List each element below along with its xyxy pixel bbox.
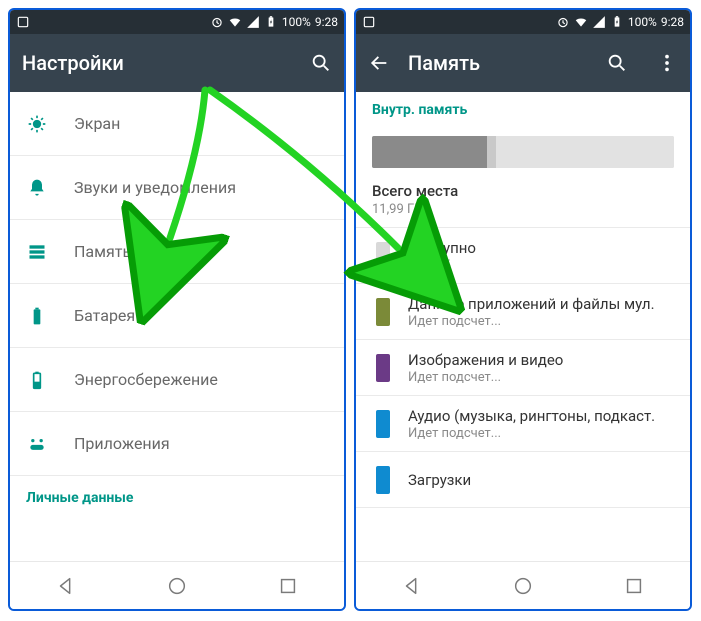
storage-item-title: Загрузки <box>408 471 471 489</box>
storage-bar-row <box>356 126 690 182</box>
settings-item-display[interactable]: Экран <box>10 92 344 156</box>
storage-bar-segment <box>372 136 487 168</box>
nav-home-icon[interactable] <box>166 575 188 597</box>
storage-bar <box>372 136 674 168</box>
settings-item-storage[interactable]: Память <box>10 220 344 284</box>
color-swatch <box>376 354 390 382</box>
storage-item-sub: Идет подсчет... <box>408 426 655 441</box>
settings-item-sound[interactable]: Звуки и уведомления <box>10 156 344 220</box>
status-bar: 100% 9:28 <box>10 10 344 34</box>
battery-icon <box>610 15 624 29</box>
status-bar: 100% 9:28 <box>356 10 690 34</box>
clock-text: 9:28 <box>315 15 338 29</box>
settings-list: Экран Звуки и уведомления Память Батарея… <box>10 92 344 561</box>
nav-bar <box>356 561 690 609</box>
storage-item-title: Аудио (музыка, рингтоны, подкаст. <box>408 407 655 425</box>
storage-item-title: Доступно <box>408 239 476 257</box>
settings-item-label: Звуки и уведомления <box>74 178 236 197</box>
clock-text: 9:28 <box>661 15 684 29</box>
search-icon[interactable] <box>310 52 332 74</box>
power-icon <box>26 370 48 390</box>
storage-item[interactable]: Загрузки <box>356 452 690 508</box>
nav-recent-icon[interactable] <box>277 575 299 597</box>
overflow-icon[interactable] <box>656 52 678 74</box>
nav-recent-icon[interactable] <box>623 575 645 597</box>
nav-home-icon[interactable] <box>512 575 534 597</box>
page-title: Настройки <box>22 51 292 75</box>
back-arrow-icon[interactable] <box>368 52 390 74</box>
bell-icon <box>26 178 48 198</box>
phone-settings: 100% 9:28 Настройки Экран Звуки и уведом… <box>8 8 346 611</box>
signal-icon <box>246 15 260 29</box>
app-bar: Память <box>356 34 690 92</box>
storage-item-sub: Идет подсчет... <box>408 370 563 385</box>
alarm-icon <box>556 15 570 29</box>
nav-back-icon[interactable] <box>55 575 77 597</box>
display-icon <box>26 114 48 134</box>
wifi-icon <box>574 15 588 29</box>
color-swatch <box>376 410 390 438</box>
storage-item[interactable]: Изображения и видеоИдет подсчет... <box>356 340 690 396</box>
search-icon[interactable] <box>606 52 628 74</box>
nav-bar <box>10 561 344 609</box>
battery-item-icon <box>26 306 48 326</box>
settings-item-label: Приложения <box>74 434 170 453</box>
settings-item-power[interactable]: Энергосбережение <box>10 348 344 412</box>
color-swatch <box>376 466 390 494</box>
settings-item-apps[interactable]: Приложения <box>10 412 344 476</box>
storage-item[interactable]: Аудио (музыка, рингтоны, подкаст.Идет по… <box>356 396 690 452</box>
storage-content: Внутр. память Всего места 11,99 ГБ Досту… <box>356 92 690 561</box>
section-internal: Внутр. память <box>356 92 690 126</box>
storage-item[interactable]: Данные приложений и файлы мул.Идет подсч… <box>356 284 690 340</box>
app-bar: Настройки <box>10 34 344 92</box>
settings-item-label: Экран <box>74 114 120 133</box>
battery-icon <box>264 15 278 29</box>
screenshot-icon <box>16 15 30 29</box>
page-title: Память <box>408 51 588 75</box>
settings-item-battery[interactable]: Батарея <box>10 284 344 348</box>
apps-icon <box>26 434 48 454</box>
wifi-icon <box>228 15 242 29</box>
storage-item[interactable]: Доступно6,63 ГБ <box>356 228 690 284</box>
signal-icon <box>592 15 606 29</box>
storage-item-sub: 6,63 ГБ <box>408 258 476 273</box>
screenshot-icon <box>362 15 376 29</box>
storage-item-sub: Идет подсчет... <box>408 314 655 329</box>
battery-pct: 100% <box>628 15 657 29</box>
storage-bar-segment <box>487 136 496 168</box>
settings-item-label: Память <box>74 242 131 261</box>
color-swatch <box>376 298 390 326</box>
total-label: Всего места <box>372 182 674 200</box>
storage-item-title: Данные приложений и файлы мул. <box>408 295 655 313</box>
phone-storage: 100% 9:28 Память Внутр. память Всего мес… <box>354 8 692 611</box>
storage-item-title: Изображения и видео <box>408 351 563 369</box>
storage-bar-segment <box>496 136 674 168</box>
settings-item-label: Энергосбережение <box>74 370 218 389</box>
alarm-icon <box>210 15 224 29</box>
color-swatch <box>376 242 390 270</box>
storage-icon <box>26 242 48 262</box>
section-personal: Личные данные <box>10 476 344 514</box>
storage-total: Всего места 11,99 ГБ <box>356 182 690 228</box>
battery-pct: 100% <box>282 15 311 29</box>
total-value: 11,99 ГБ <box>372 202 674 217</box>
nav-back-icon[interactable] <box>401 575 423 597</box>
settings-item-label: Батарея <box>74 306 135 325</box>
